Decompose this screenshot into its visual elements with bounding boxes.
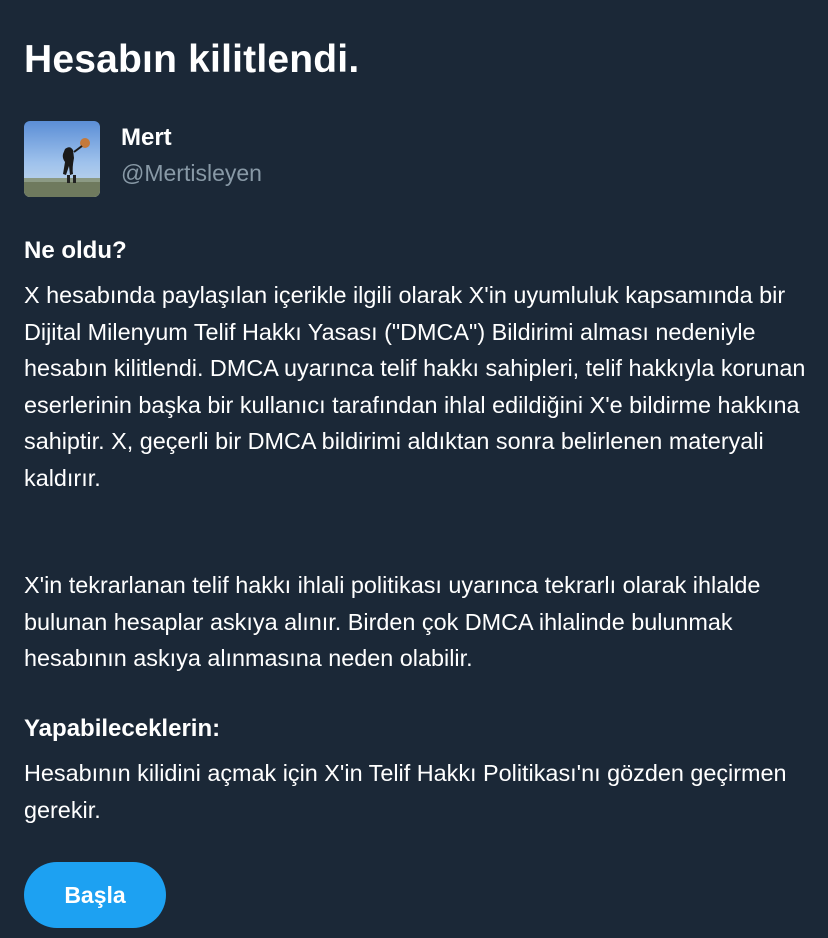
start-button[interactable]: Başla (24, 862, 166, 928)
what-happened-paragraph-2: X'in tekrarlanan telif hakkı ihlali poli… (24, 572, 761, 671)
page-title: Hesabın kilitlendi. (24, 38, 360, 81)
display-name: Mert (121, 124, 172, 151)
what-happened-paragraph-1: X hesabında paylaşılan içerikle ilgili o… (24, 282, 806, 491)
locked-account-page: Hesabın kilitlendi. Mert @Mertisleyen Ne… (0, 0, 828, 938)
what-you-can-do-heading: Yapabileceklerin: (24, 715, 221, 742)
account-info: Mert @Mertisleyen (121, 121, 262, 189)
avatar-photo (24, 121, 100, 197)
account-card: Mert @Mertisleyen (24, 121, 262, 197)
what-you-can-do-paragraph: Hesabının kilidini açmak için X'in Telif… (24, 760, 787, 823)
what-happened-heading: Ne oldu? (24, 237, 127, 264)
account-handle: @Mertisleyen (121, 160, 262, 186)
avatar (24, 121, 100, 197)
